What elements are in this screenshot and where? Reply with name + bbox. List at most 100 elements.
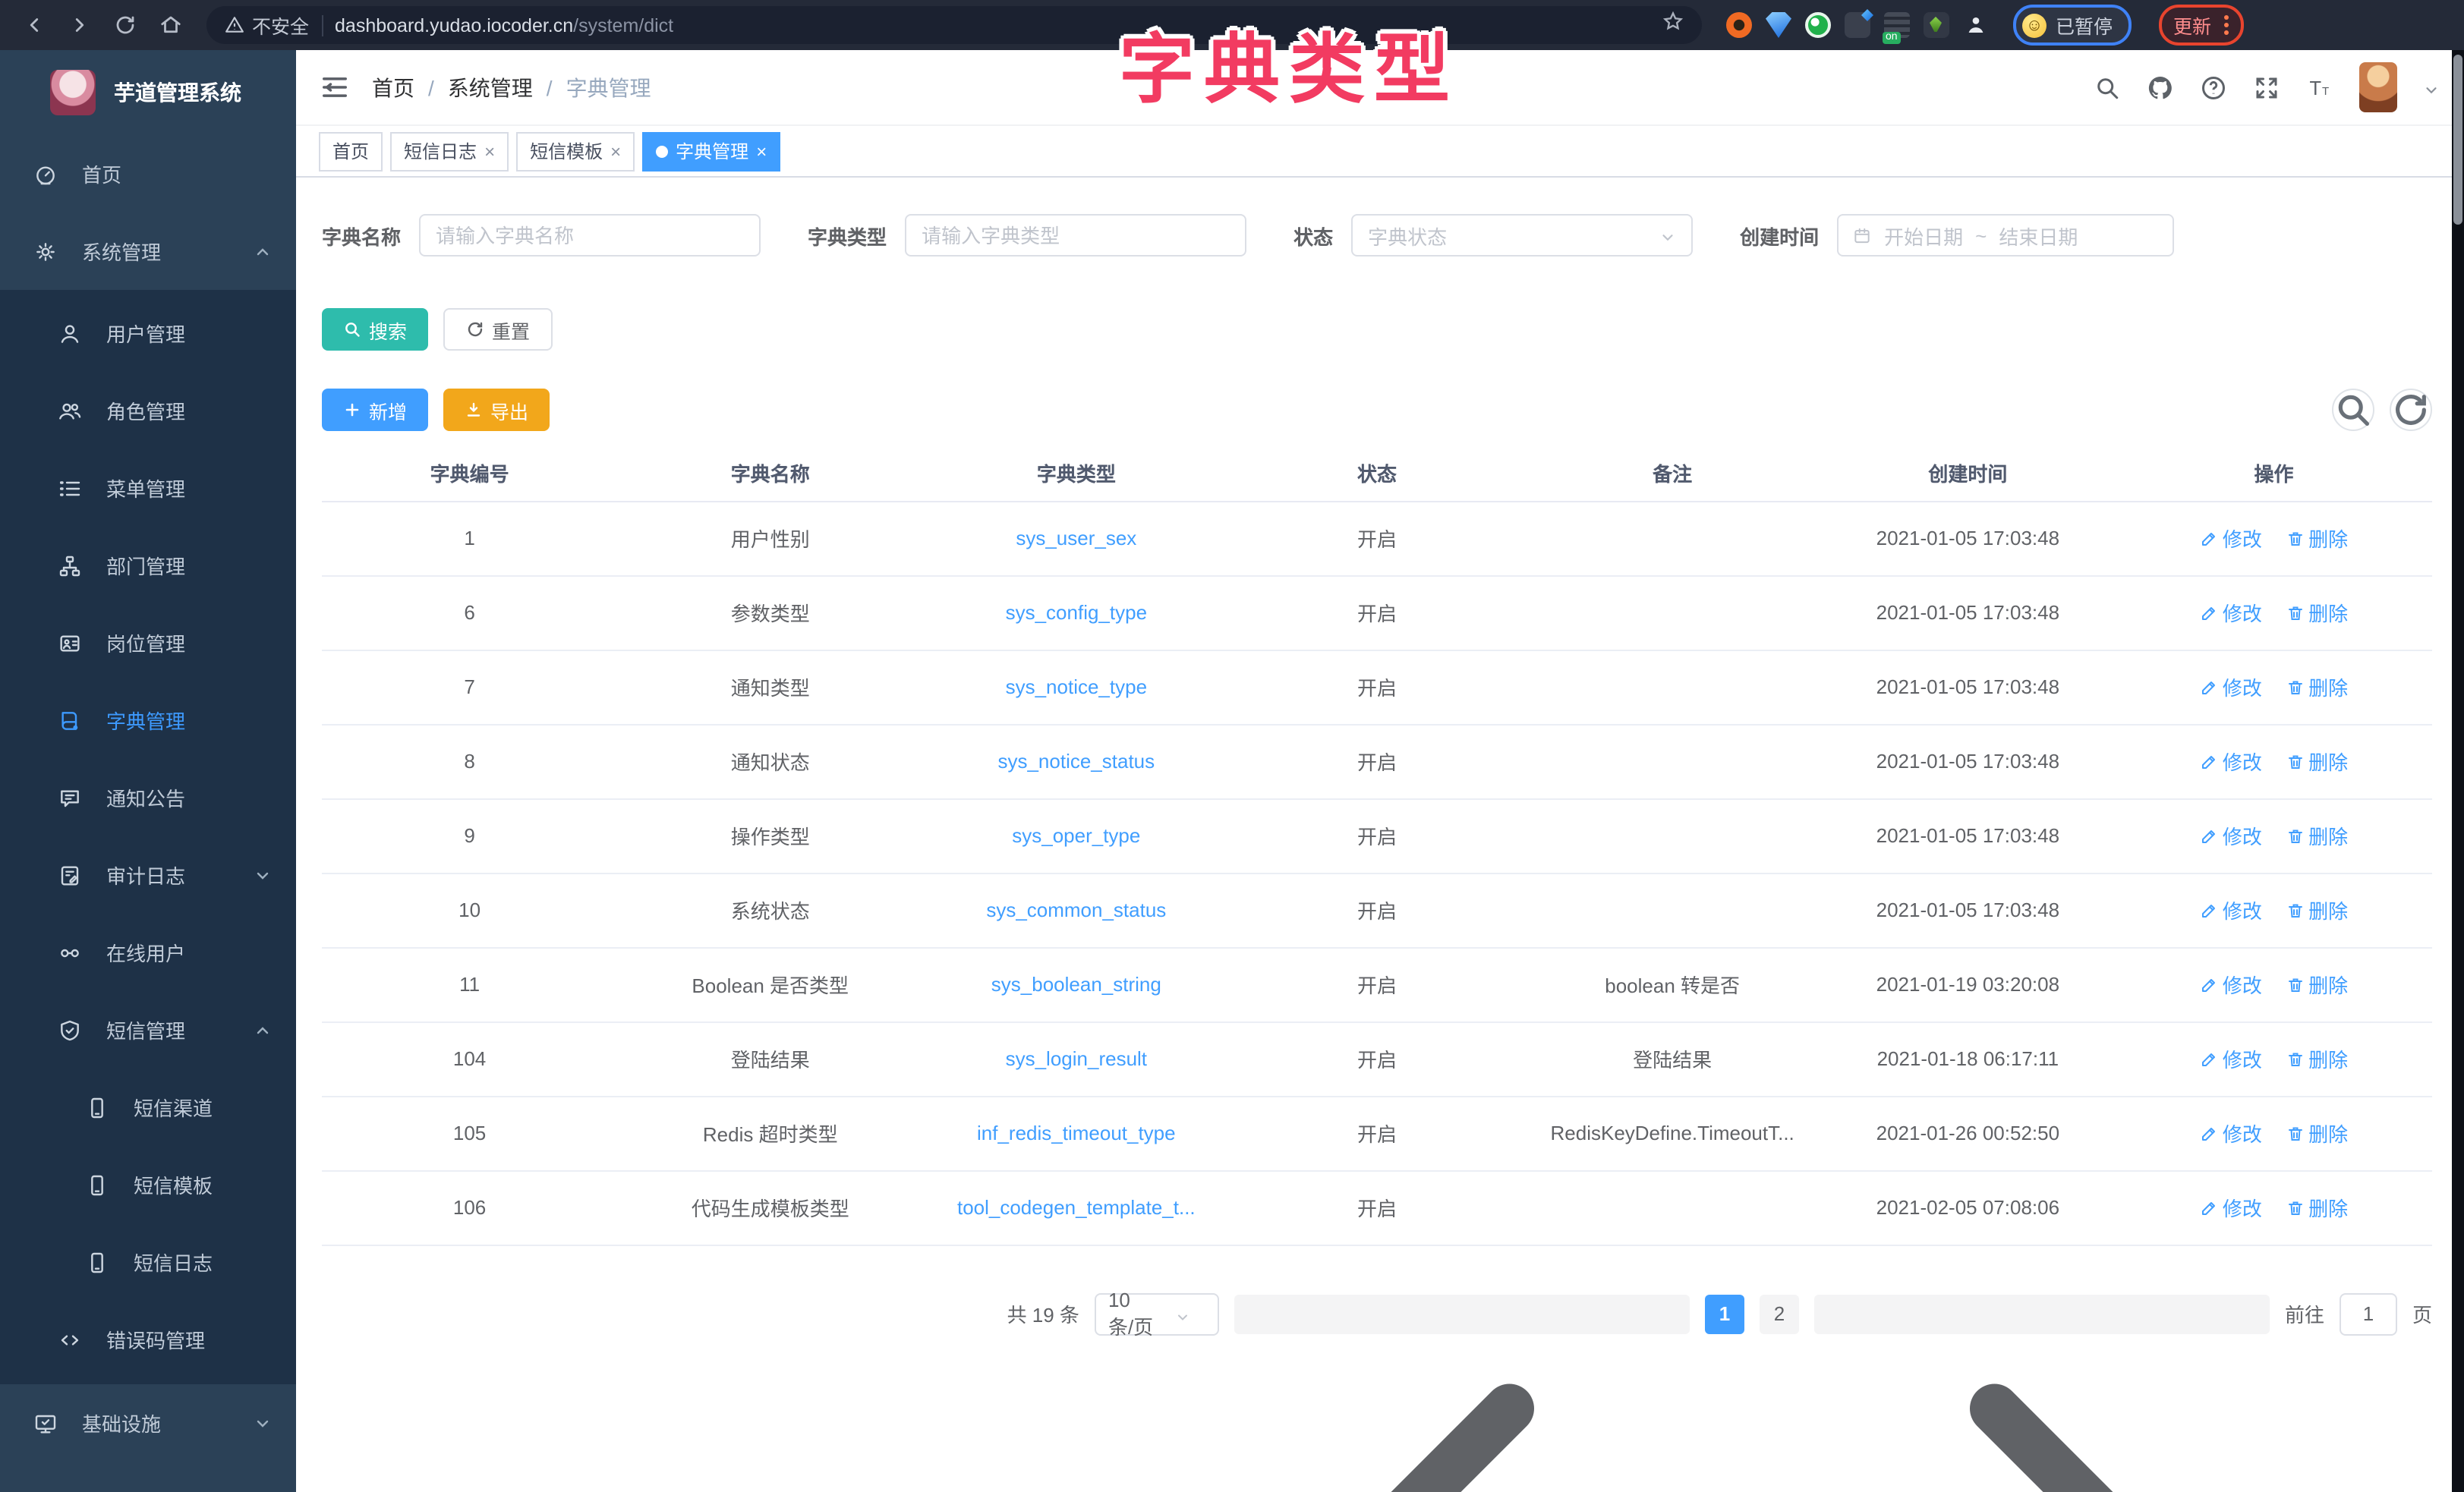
refresh-table-button[interactable]	[2390, 389, 2432, 431]
font-size-icon[interactable]: TT	[2306, 74, 2333, 101]
delete-link[interactable]: 删除	[2286, 1193, 2348, 1222]
dict-type-link[interactable]: tool_codegen_template_t...	[957, 1196, 1196, 1219]
delete-link[interactable]: 删除	[2286, 1119, 2348, 1147]
avatar[interactable]	[2359, 62, 2397, 112]
forward-icon[interactable]	[61, 7, 97, 43]
sidebar-item-sms-template[interactable]: 短信模板	[0, 1146, 296, 1223]
sidebar-item-dict[interactable]: 字典管理	[0, 681, 296, 759]
dict-type-link[interactable]: sys_boolean_string	[991, 973, 1161, 996]
edit-link[interactable]: 修改	[2200, 1044, 2262, 1073]
extension-icon-orange[interactable]	[1726, 12, 1752, 38]
status-select[interactable]: 字典状态	[1351, 214, 1693, 257]
extension-icon-gem[interactable]	[1766, 12, 1791, 38]
delete-link[interactable]: 删除	[2286, 747, 2348, 776]
edit-link[interactable]: 修改	[2200, 896, 2262, 924]
chevron-down-icon[interactable]	[2423, 79, 2440, 96]
edit-link[interactable]: 修改	[2200, 747, 2262, 776]
edit-link[interactable]: 修改	[2200, 821, 2262, 850]
page-1-button[interactable]: 1	[1705, 1294, 1744, 1333]
tab-dict[interactable]: 字典管理×	[642, 131, 780, 171]
back-icon[interactable]	[15, 7, 52, 43]
extension-icon-sprout[interactable]	[1924, 12, 1949, 38]
export-button[interactable]: 导出	[443, 389, 550, 431]
tab-sms-log[interactable]: 短信日志×	[390, 131, 509, 171]
sidebar-item-system[interactable]: 系统管理	[0, 212, 296, 290]
sidebar-item-sms-log[interactable]: 短信日志	[0, 1223, 296, 1301]
sidebar-item-audit[interactable]: 审计日志	[0, 836, 296, 914]
date-range-picker[interactable]: 开始日期 ~ 结束日期	[1837, 214, 2174, 257]
browser-update-area[interactable]: 更新	[2158, 5, 2243, 46]
dict-type-link[interactable]: sys_oper_type	[1012, 824, 1140, 847]
breadcrumb-home[interactable]: 首页	[372, 72, 414, 102]
collapse-sidebar-icon[interactable]	[320, 72, 351, 102]
profile-paused-chip[interactable]: ☺ 已暂停	[2013, 5, 2131, 46]
dict-type-link[interactable]: sys_common_status	[986, 899, 1166, 921]
breadcrumb-system[interactable]: 系统管理	[448, 72, 533, 102]
prev-page-button[interactable]	[1234, 1294, 1690, 1333]
sidebar-item-notice[interactable]: 通知公告	[0, 759, 296, 836]
extension-icon-tags[interactable]	[1845, 12, 1870, 38]
delete-link[interactable]: 删除	[2286, 672, 2348, 701]
dict-type-link[interactable]: sys_config_type	[1006, 601, 1147, 624]
delete-link[interactable]: 删除	[2286, 896, 2348, 924]
close-icon[interactable]: ×	[756, 140, 767, 162]
sidebar-item-role[interactable]: 角色管理	[0, 372, 296, 449]
edit-link[interactable]: 修改	[2200, 1193, 2262, 1222]
close-icon[interactable]: ×	[484, 140, 495, 162]
dict-type-link[interactable]: inf_redis_timeout_type	[977, 1122, 1176, 1144]
toggle-search-button[interactable]	[2332, 389, 2374, 431]
sidebar-item-sms[interactable]: 短信管理	[0, 991, 296, 1069]
sidebar-item-online[interactable]: 在线用户	[0, 914, 296, 991]
search-icon[interactable]	[2094, 74, 2121, 101]
dict-type-link[interactable]: sys_login_result	[1006, 1047, 1147, 1070]
sidebar-item-sms-channel[interactable]: 短信渠道	[0, 1069, 296, 1146]
help-icon[interactable]	[2200, 74, 2227, 101]
extension-icon-on-badge[interactable]	[1884, 12, 1910, 38]
sidebar-item-errcode[interactable]: 错误码管理	[0, 1301, 296, 1378]
sidebar-item-menu[interactable]: 菜单管理	[0, 449, 296, 527]
page-size-select[interactable]: 10条/页	[1095, 1292, 1219, 1335]
delete-link[interactable]: 删除	[2286, 524, 2348, 552]
tab-sms-template[interactable]: 短信模板×	[516, 131, 635, 171]
bookmark-star-icon[interactable]	[1662, 11, 1684, 39]
sidebar-item-dept[interactable]: 部门管理	[0, 527, 296, 604]
dict-type-input[interactable]	[905, 214, 1246, 257]
goto-page-input[interactable]	[2340, 1292, 2397, 1335]
github-icon[interactable]	[2147, 74, 2174, 101]
update-button[interactable]: 更新	[2173, 11, 2211, 39]
dict-type-link[interactable]: sys_user_sex	[1016, 527, 1136, 549]
edit-link[interactable]: 修改	[2200, 672, 2262, 701]
delete-link[interactable]: 删除	[2286, 970, 2348, 999]
edit-link[interactable]: 修改	[2200, 970, 2262, 999]
extension-icon-person[interactable]	[1963, 12, 1989, 38]
edit-link[interactable]: 修改	[2200, 598, 2262, 627]
close-icon[interactable]: ×	[610, 140, 621, 162]
edit-link[interactable]: 修改	[2200, 524, 2262, 552]
dict-type-link[interactable]: sys_notice_status	[997, 750, 1155, 773]
security-badge[interactable]: 不安全	[225, 11, 309, 39]
search-button[interactable]: 搜索	[322, 308, 428, 351]
dict-name-input[interactable]	[419, 214, 761, 257]
next-page-button[interactable]	[1814, 1294, 2270, 1333]
edit-link[interactable]: 修改	[2200, 1119, 2262, 1147]
sidebar-item-home[interactable]: 首页	[0, 135, 296, 212]
page-2-button[interactable]: 2	[1760, 1294, 1799, 1333]
fullscreen-icon[interactable]	[2253, 74, 2280, 101]
sidebar-item-user[interactable]: 用户管理	[0, 294, 296, 372]
app-logo[interactable]: 芋道管理系统	[0, 50, 296, 135]
scrollbar-thumb[interactable]	[2453, 55, 2462, 225]
browser-menu-icon[interactable]	[2223, 15, 2228, 35]
reset-button[interactable]: 重置	[443, 308, 553, 351]
extension-icon-green-circle[interactable]	[1805, 12, 1831, 38]
sidebar-item-infra[interactable]: 基础设施	[0, 1384, 296, 1462]
home-icon[interactable]	[152, 7, 188, 43]
scrollbar[interactable]	[2452, 50, 2464, 1492]
add-button[interactable]: 新增	[322, 389, 428, 431]
delete-link[interactable]: 删除	[2286, 598, 2348, 627]
tab-home[interactable]: 首页	[319, 131, 383, 171]
dict-type-link[interactable]: sys_notice_type	[1006, 675, 1147, 698]
reload-icon[interactable]	[106, 7, 143, 43]
delete-link[interactable]: 删除	[2286, 821, 2348, 850]
sidebar-item-post[interactable]: 岗位管理	[0, 604, 296, 681]
delete-link[interactable]: 删除	[2286, 1044, 2348, 1073]
